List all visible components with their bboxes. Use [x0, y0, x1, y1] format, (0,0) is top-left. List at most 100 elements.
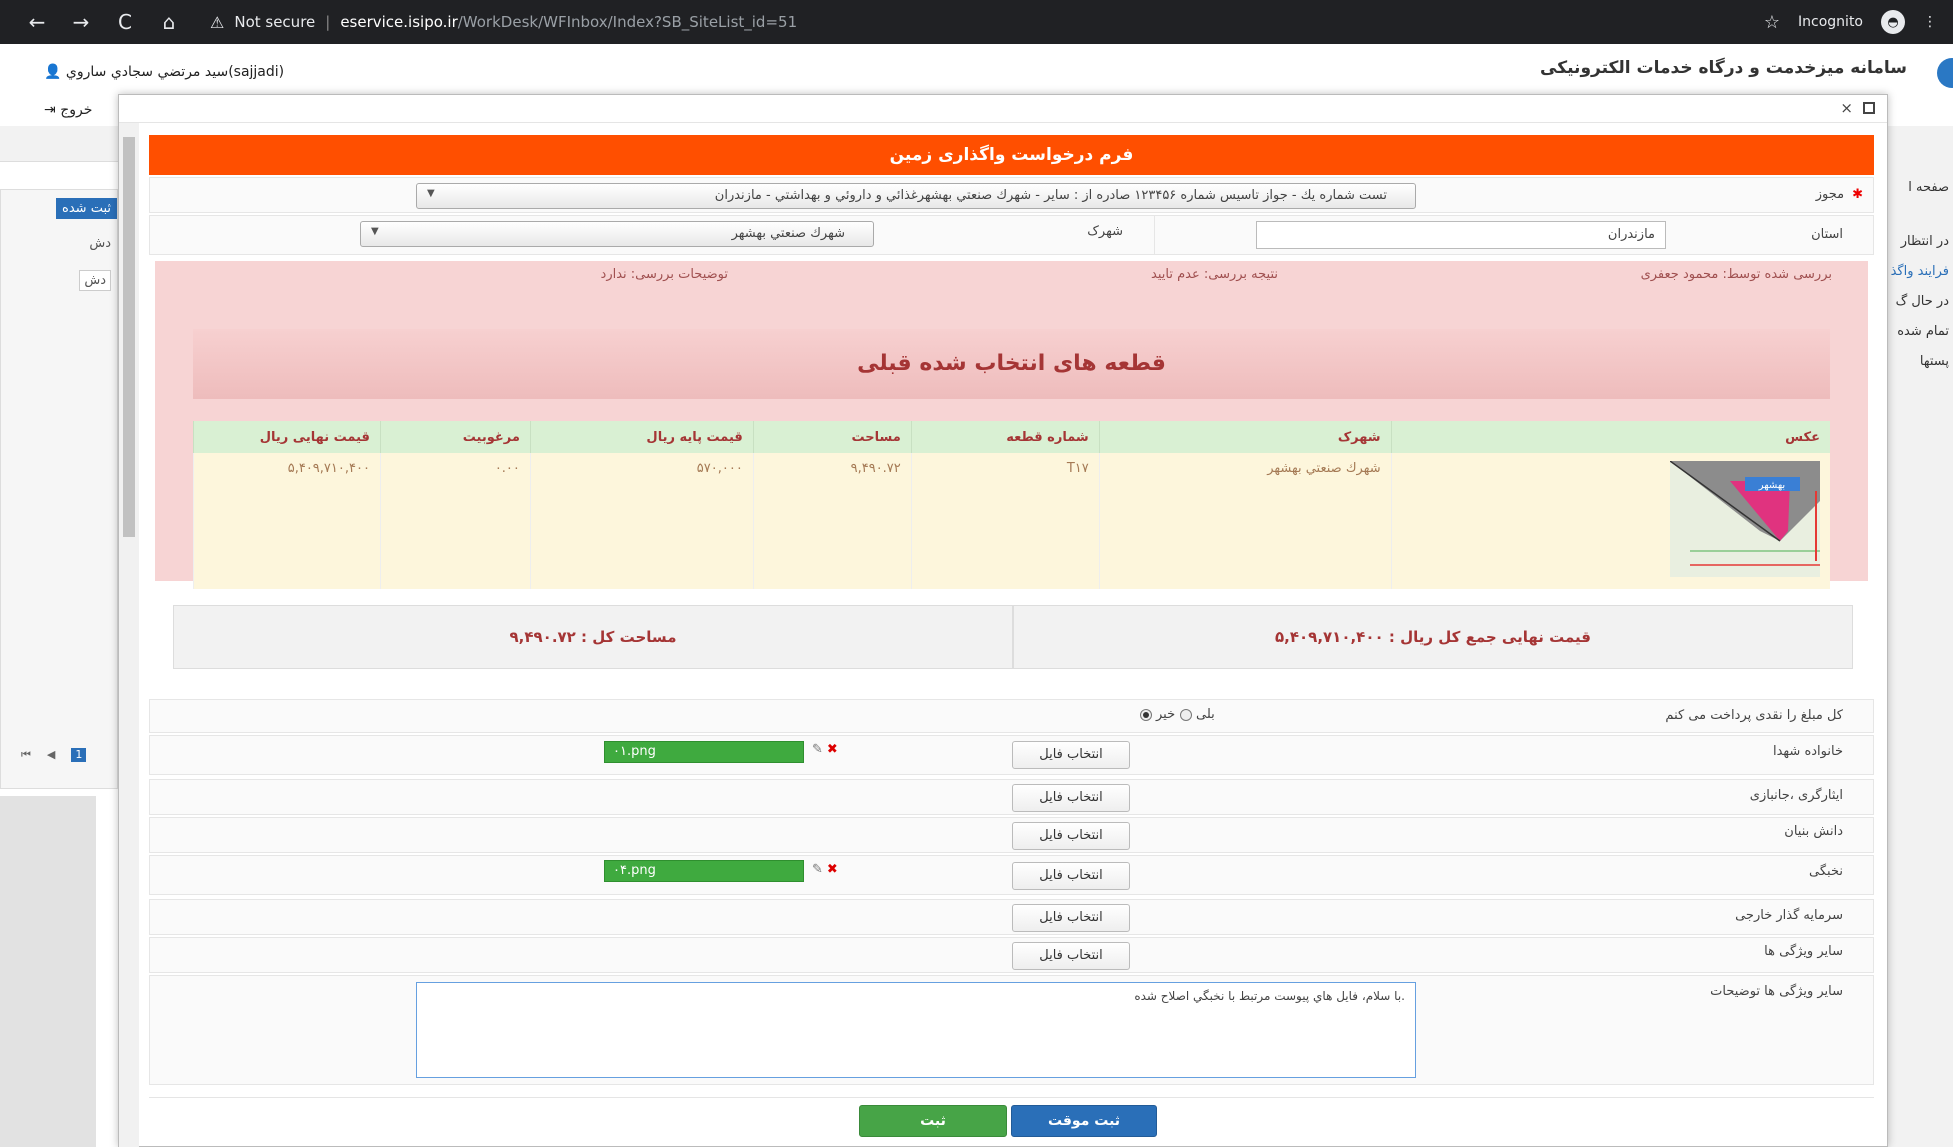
reload-icon[interactable]: C — [114, 10, 136, 34]
permit-label: مجوز ✱ — [1816, 187, 1863, 202]
town-select[interactable]: ▼ شهرك صنعتي بهشهر — [360, 221, 874, 247]
home-icon[interactable]: ⌂ — [158, 10, 180, 34]
edit-icon[interactable]: ✎ — [812, 862, 823, 877]
town-value: شهرك صنعتي بهشهر — [731, 226, 845, 241]
file-label: سرمایه گذار خارجی — [1735, 908, 1843, 923]
uploaded-file[interactable]: ۰۴.png — [604, 860, 804, 882]
modal-scrollbar[interactable] — [119, 123, 139, 1147]
file-label: ایثارگری ،جانبازی — [1749, 788, 1843, 803]
incognito-icon[interactable]: ◓ — [1881, 10, 1905, 34]
maximize-icon[interactable] — [1863, 102, 1875, 114]
incognito-label: Incognito — [1798, 14, 1863, 30]
back-icon[interactable]: ← — [26, 10, 48, 34]
scrollbar-thumb[interactable] — [123, 137, 135, 537]
cash-label: کل مبلغ را نقدی پرداخت می کنم — [1665, 708, 1843, 723]
review-panel: بررسی شده توسط: محمود جعفری نتیجه بررسی:… — [155, 261, 1868, 589]
notes-textarea[interactable]: با سلام، فايل هاي پيوست مرتبط با نخبگي ا… — [416, 982, 1416, 1078]
review-notes: توضیحات بررسی: ندارد — [600, 267, 728, 282]
list-cell: دش — [89, 236, 111, 251]
reviewed-by: بررسی شده توسط: محمود جعفری — [1640, 267, 1832, 282]
plots-table: قیمت نهایی ریال مرغوبیت قیمت پایه ریال م… — [193, 421, 1830, 589]
first-page-icon[interactable]: ⏮ — [21, 748, 31, 762]
delete-icon[interactable]: ✖ — [827, 862, 838, 877]
registered-badge[interactable]: ثبت شده — [56, 198, 117, 219]
choose-file-button[interactable]: انتخاب فایل — [1012, 822, 1130, 850]
form-title: فرم درخواست واگذاری زمین — [149, 135, 1874, 175]
choose-file-button[interactable]: انتخاب فایل — [1012, 904, 1130, 932]
province-label: استان — [1811, 227, 1843, 242]
warning-icon: ⚠ — [210, 12, 225, 32]
security-label: Not secure — [234, 13, 316, 31]
required-asterisk: ✱ — [1852, 187, 1863, 202]
logout-text: خروج — [60, 102, 93, 118]
close-icon[interactable]: × — [1840, 99, 1853, 117]
background-sidebar: صفحه ا در انتظار فرایند واگذ در حال گ تم… — [1888, 126, 1953, 1147]
user-icon: 👤 — [44, 64, 66, 80]
permit-row: مجوز ✱ ▼ تست شماره يك - جواز تاسيس شماره … — [149, 177, 1874, 213]
modal-titlebar: × — [119, 95, 1887, 123]
cash-no-option[interactable]: خیر — [1140, 707, 1175, 722]
file-actions: ✎ ✖ — [812, 862, 838, 877]
file-label: نخبگی — [1809, 864, 1843, 879]
col-area: مساحت — [752, 421, 912, 453]
menu-icon[interactable]: ⋮ — [1923, 14, 1937, 30]
sidebar-item-done[interactable]: تمام شده — [1897, 324, 1949, 339]
user-name-text: سيد مرتضي سجادي ساروي(sajjadi) — [65, 64, 285, 80]
notes-label: سایر ویژگی ها توضیحات — [1710, 984, 1843, 999]
address-bar[interactable]: ⚠ Not secure | eservice.isipo.ir/WorkDes… — [210, 13, 797, 32]
col-base-price: قیمت پایه ریال — [529, 421, 754, 453]
sidebar-item-waiting[interactable]: در انتظار — [1901, 234, 1949, 249]
file-row-veterans: ایثارگری ،جانبازی انتخاب فایل — [149, 779, 1874, 815]
choose-file-button[interactable]: انتخاب فایل — [1012, 942, 1130, 970]
radio-no[interactable] — [1140, 708, 1152, 721]
app-title: سامانه میزخدمت و درگاه خدمات الکترونیکی — [1540, 58, 1907, 78]
cell-base-price: ۵۷۰,۰۰۰ — [529, 453, 754, 589]
user-name[interactable]: 👤 سيد مرتضي سجادي ساروي(sajjadi) — [44, 64, 284, 80]
background-panel — [0, 796, 96, 1147]
choose-file-button[interactable]: انتخاب فایل — [1012, 784, 1130, 812]
file-row-martyrs-family: خانواده شهدا انتخاب فایل ✎ ✖ ۰۱.png — [149, 735, 1874, 775]
col-town: شهرک — [1098, 421, 1392, 453]
forward-icon[interactable]: → — [70, 10, 92, 34]
cell-area: ۹,۴۹۰.۷۲ — [752, 453, 912, 589]
plot-map-thumbnail[interactable]: بهشهر — [1670, 461, 1820, 577]
permit-select[interactable]: ▼ تست شماره يك - جواز تاسيس شماره ۱۲۳۴۵۶… — [416, 183, 1416, 209]
province-field[interactable]: مازندران — [1256, 221, 1666, 249]
table-row: ۵,۴۰۹,۷۱۰,۴۰۰ ۰.۰۰ ۵۷۰,۰۰۰ ۹,۴۹۰.۷۲ T۱۷ … — [193, 453, 1830, 589]
sidebar-item-posts[interactable]: پستها — [1920, 354, 1949, 369]
edit-icon[interactable]: ✎ — [812, 742, 823, 757]
url-host: eservice.isipo.ir — [340, 13, 458, 31]
divider — [1154, 216, 1155, 254]
save-draft-button[interactable]: ثبت موقت — [1011, 1105, 1157, 1137]
current-page[interactable]: 1 — [71, 748, 87, 762]
sidebar-item-home[interactable]: صفحه ا — [1908, 180, 1949, 195]
cash-payment-row: کل مبلغ را نقدی پرداخت می کنم بلی خیر — [149, 699, 1874, 733]
file-label: سایر ویژگی ها — [1764, 944, 1843, 959]
delete-icon[interactable]: ✖ — [827, 742, 838, 757]
file-actions: ✎ ✖ — [812, 742, 838, 757]
file-row-other-features: سایر ویژگی ها انتخاب فایل — [149, 937, 1874, 973]
cash-yes-option[interactable]: بلی — [1180, 707, 1215, 722]
logout-link[interactable]: ⇥ خروج — [44, 102, 92, 118]
submit-button[interactable]: ثبت — [859, 1105, 1007, 1137]
cash-no-label: خیر — [1156, 707, 1176, 722]
uploaded-file[interactable]: ۰۱.png — [604, 741, 804, 763]
sidebar-item-inprogress[interactable]: در حال گ — [1896, 294, 1949, 309]
radio-yes[interactable] — [1180, 708, 1192, 721]
prev-page-icon[interactable]: ◀ — [47, 748, 55, 762]
total-area-box: مساحت کل : ۹,۴۹۰.۷۲ — [173, 605, 1013, 669]
bookmark-star-icon[interactable]: ☆ — [1764, 12, 1780, 33]
chevron-down-icon: ▼ — [371, 226, 379, 237]
sidebar-item-process[interactable]: فرایند واگذ — [1891, 264, 1949, 279]
choose-file-button[interactable]: انتخاب فایل — [1012, 741, 1130, 769]
cell-quality: ۰.۰۰ — [379, 453, 531, 589]
list-cell-button[interactable]: دش — [79, 270, 111, 291]
land-request-modal: × فرم درخواست واگذاری زمین مجوز ✱ ▼ تست ش… — [118, 94, 1888, 1147]
cell-final-price: ۵,۴۰۹,۷۱۰,۴۰۰ — [193, 453, 381, 589]
col-photo: عکس — [1390, 421, 1830, 453]
browser-toolbar: ← → C ⌂ ⚠ Not secure | eservice.isipo.ir… — [0, 0, 1953, 44]
map-label: بهشهر — [1758, 480, 1785, 491]
cell-plot-no: T۱۷ — [910, 453, 1100, 589]
cash-yes-label: بلی — [1196, 707, 1215, 722]
choose-file-button[interactable]: انتخاب فایل — [1012, 862, 1130, 890]
